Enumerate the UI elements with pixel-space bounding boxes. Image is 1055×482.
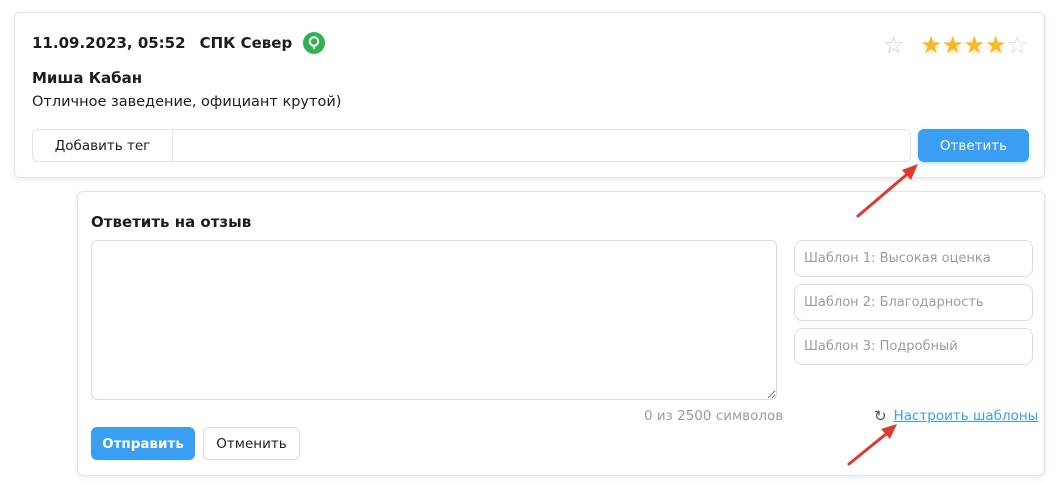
star-filled-icon[interactable]: ★ xyxy=(985,33,1007,57)
tag-field[interactable]: Добавить тег xyxy=(32,129,911,162)
review-date: 11.09.2023, 05:52 xyxy=(32,34,186,52)
reply-panel: Ответить на отзыв 0 из 2500 символов Шаб… xyxy=(77,191,1045,476)
review-text: Отличное заведение, официант крутой) xyxy=(32,94,342,110)
star-outline-icon[interactable]: ☆ xyxy=(883,33,905,57)
reply-button[interactable]: Ответить xyxy=(918,129,1029,162)
char-counter: 0 из 2500 символов xyxy=(644,408,784,424)
template-2-button[interactable]: Шаблон 2: Благодарность xyxy=(794,284,1033,321)
review-header: 11.09.2023, 05:52 СПК Север xyxy=(32,32,326,54)
template-3-button[interactable]: Шаблон 3: Подробный xyxy=(794,328,1033,365)
configure-templates-link[interactable]: ↻ Настроить шаблоны xyxy=(874,407,1038,425)
star-filled-icon[interactable]: ★ xyxy=(942,33,964,57)
rating-stars: ☆ ★ ★ ★ ★ ☆ xyxy=(883,33,1028,57)
review-author: Миша Кабан xyxy=(32,69,143,87)
cancel-button[interactable]: Отменить xyxy=(203,427,300,460)
star-filled-icon[interactable]: ★ xyxy=(963,33,985,57)
template-1-button[interactable]: Шаблон 1: Высокая оценка xyxy=(794,240,1033,277)
send-button[interactable]: Отправить xyxy=(91,427,195,460)
review-place: СПК Север xyxy=(199,34,293,52)
add-tag-button[interactable]: Добавить тег xyxy=(33,130,173,161)
reply-panel-title: Ответить на отзыв xyxy=(91,213,252,231)
green-place-icon xyxy=(303,32,326,54)
star-empty-icon[interactable]: ☆ xyxy=(1006,33,1028,57)
star-filled-icon[interactable]: ★ xyxy=(920,33,942,57)
review-card: 11.09.2023, 05:52 СПК Север ☆ ★ ★ ★ ★ ☆ … xyxy=(14,12,1045,178)
reply-textarea[interactable] xyxy=(91,240,777,400)
refresh-icon: ↻ xyxy=(874,407,887,425)
configure-templates-label[interactable]: Настроить шаблоны xyxy=(894,408,1039,424)
